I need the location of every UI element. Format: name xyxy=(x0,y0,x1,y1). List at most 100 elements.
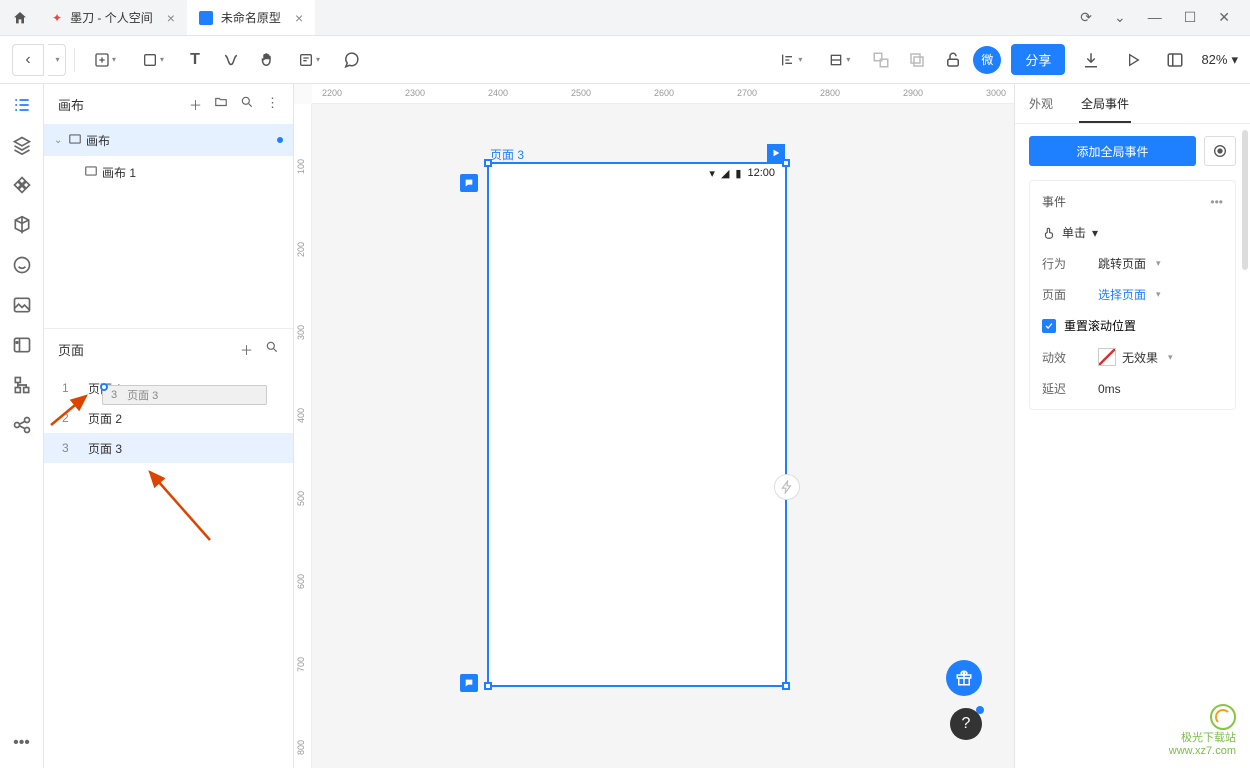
artboard-label[interactable]: 页面 3 xyxy=(490,146,524,163)
chevron-down-icon: ⌄ xyxy=(54,135,68,146)
chevron-down-icon: ▾ xyxy=(1092,226,1098,240)
zoom-control[interactable]: 82%▾ xyxy=(1201,52,1238,68)
wifi-icon: ▾ xyxy=(709,167,715,180)
tab-global-events[interactable]: 全局事件 xyxy=(1067,84,1143,123)
prop-label: 延迟 xyxy=(1042,380,1098,397)
left-rail: ••• xyxy=(0,84,44,768)
rail-outline[interactable] xyxy=(11,94,33,116)
minimize-icon[interactable]: — xyxy=(1148,9,1162,26)
download-button[interactable] xyxy=(1075,44,1107,76)
ruler-tick: 100 xyxy=(296,159,306,174)
rail-tree[interactable] xyxy=(11,374,33,396)
page-index: 3 xyxy=(62,441,72,455)
note-marker[interactable] xyxy=(460,174,478,192)
page-row[interactable]: 页面 选择页面▾ xyxy=(1042,286,1223,303)
prop-label: 动效 xyxy=(1042,349,1098,366)
watermark: 极光下载站 www.xz7.com xyxy=(1169,704,1236,758)
home-tab[interactable] xyxy=(0,0,40,35)
side-panel: 画布 ＋ ⋮ ⌄ 画布 画布 1 页面 ＋ xyxy=(44,84,294,768)
more-button[interactable]: ⋮ xyxy=(266,95,279,114)
artboard[interactable]: ▾ ◢ ▮ 12:00 xyxy=(487,162,787,687)
back-button[interactable]: ‹ xyxy=(12,44,44,76)
canvas[interactable]: 页面 3 ▾ ◢ ▮ 12:00 xyxy=(312,104,1014,768)
unlock-tool[interactable] xyxy=(937,44,969,76)
scrollbar-thumb[interactable] xyxy=(1242,130,1248,270)
distribute-tool[interactable]: ▾ xyxy=(817,44,861,76)
add-tool[interactable]: ▾ xyxy=(83,44,127,76)
page-row[interactable]: 2 页面 2 xyxy=(44,403,293,433)
ruler-tick: 2400 xyxy=(488,88,508,98)
resize-handle[interactable] xyxy=(782,682,790,690)
close-window-icon[interactable]: ✕ xyxy=(1218,9,1230,26)
add-page-button[interactable]: ＋ xyxy=(240,340,253,359)
prop-label: 行为 xyxy=(1042,255,1098,272)
shape-tool[interactable]: ▾ xyxy=(131,44,175,76)
tab-workspace[interactable]: ✦ 墨刀 - 个人空间 × xyxy=(40,0,187,35)
rail-master[interactable] xyxy=(11,334,33,356)
combine-tool[interactable] xyxy=(901,44,933,76)
add-event-button[interactable]: 添加全局事件 xyxy=(1029,136,1196,166)
note-marker[interactable] xyxy=(460,674,478,692)
search-pages-button[interactable] xyxy=(265,340,279,359)
resize-handle[interactable] xyxy=(484,159,492,167)
pages-section-header: 页面 ＋ xyxy=(44,329,293,369)
target-picker-button[interactable] xyxy=(1204,136,1236,166)
card-title: 事件 xyxy=(1042,193,1066,210)
canvas-area: 2200 2300 2400 2500 2600 2700 2800 2900 … xyxy=(294,84,1014,768)
row-label: 画布 1 xyxy=(102,164,136,181)
more-button[interactable]: ••• xyxy=(1210,195,1223,209)
delay-row[interactable]: 延迟 0ms xyxy=(1042,380,1223,397)
ruler-tick: 2700 xyxy=(737,88,757,98)
prop-value: 选择页面 xyxy=(1098,286,1146,303)
note-tool[interactable]: ▾ xyxy=(287,44,331,76)
interaction-badge[interactable] xyxy=(774,474,800,500)
chevron-down-icon[interactable]: ⌄ xyxy=(1114,9,1126,26)
rail-more[interactable]: ••• xyxy=(11,732,33,754)
square-icon xyxy=(142,52,158,68)
folder-button[interactable] xyxy=(214,95,228,114)
chevron-down-icon: ▾ xyxy=(1156,289,1161,300)
gift-button[interactable] xyxy=(946,660,982,696)
tree-icon xyxy=(12,375,32,395)
ruler-vertical: 100 200 300 400 500 600 700 800 xyxy=(294,104,312,768)
effect-row[interactable]: 动效 无效果▾ xyxy=(1042,348,1223,366)
play-icon xyxy=(1125,52,1141,68)
checkbox-checked-icon[interactable] xyxy=(1042,319,1056,333)
add-canvas-button[interactable]: ＋ xyxy=(189,95,202,114)
rail-icons[interactable] xyxy=(11,254,33,276)
help-button[interactable]: ? xyxy=(950,708,982,740)
canvas-child-row[interactable]: 画布 1 xyxy=(44,156,293,188)
close-icon[interactable]: × xyxy=(167,10,175,26)
behavior-row[interactable]: 行为 跳转页面▾ xyxy=(1042,255,1223,272)
rail-assets[interactable] xyxy=(11,214,33,236)
comment-tool[interactable] xyxy=(335,44,367,76)
prop-value: 0ms xyxy=(1098,382,1121,396)
rail-components[interactable] xyxy=(11,174,33,196)
wei-badge[interactable]: 微 xyxy=(973,46,1001,74)
tab-prototype[interactable]: 未命名原型 × xyxy=(187,0,315,35)
connector-tool[interactable] xyxy=(215,44,247,76)
trigger-selector[interactable]: 单击 ▾ xyxy=(1042,224,1223,241)
tab-label: 未命名原型 xyxy=(221,9,281,26)
resize-handle[interactable] xyxy=(782,159,790,167)
search-button[interactable] xyxy=(240,95,254,114)
hand-tool[interactable] xyxy=(251,44,283,76)
align-tool[interactable]: ▾ xyxy=(769,44,813,76)
panel-toggle[interactable] xyxy=(1159,44,1191,76)
canvas-root-row[interactable]: ⌄ 画布 xyxy=(44,124,293,156)
resize-handle[interactable] xyxy=(484,682,492,690)
group-tool[interactable] xyxy=(865,44,897,76)
rail-images[interactable] xyxy=(11,294,33,316)
preview-button[interactable] xyxy=(1117,44,1149,76)
maximize-icon[interactable]: ☐ xyxy=(1184,9,1197,26)
refresh-icon[interactable]: ⟳ xyxy=(1080,9,1092,26)
close-icon[interactable]: × xyxy=(295,10,303,26)
share-button[interactable]: 分享 xyxy=(1011,44,1065,75)
text-tool[interactable]: T xyxy=(179,44,211,76)
rail-layers[interactable] xyxy=(11,134,33,156)
back-menu-button[interactable]: ▾ xyxy=(48,44,66,76)
rail-share[interactable] xyxy=(11,414,33,436)
tab-appearance[interactable]: 外观 xyxy=(1015,84,1067,123)
page-row[interactable]: 3 页面 3 xyxy=(44,433,293,463)
reset-scroll-row[interactable]: 重置滚动位置 xyxy=(1042,317,1223,334)
